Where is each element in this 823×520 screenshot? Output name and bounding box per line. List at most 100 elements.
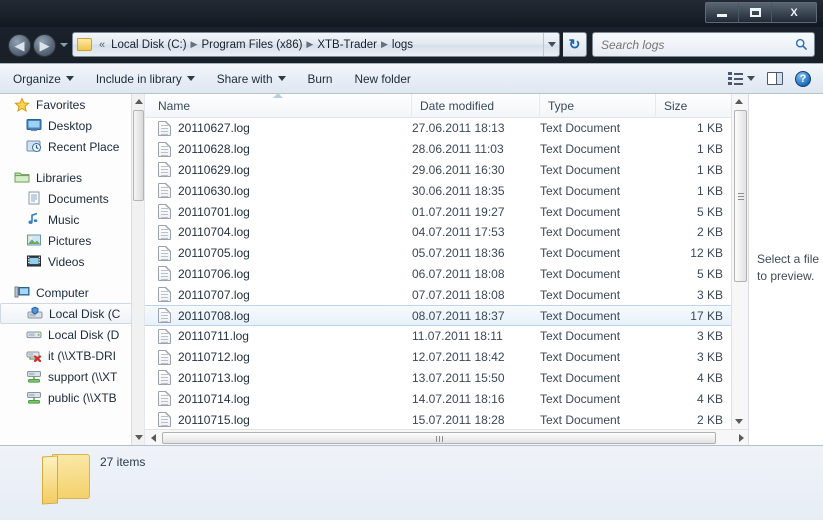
file-name-cell: 20110711.log (145, 328, 412, 344)
horizontal-scrollbar[interactable] (145, 429, 748, 445)
file-name-cell: 20110629.log (145, 162, 412, 178)
table-row[interactable]: 20110711.log 11.07.2011 18:11 Text Documen… (145, 326, 748, 347)
chevron-down-icon[interactable] (747, 76, 755, 81)
refresh-button[interactable]: ↻ (563, 32, 587, 57)
sidebar-item-public-network-drive-label: public (\\XTB (48, 390, 117, 405)
table-row[interactable]: 20110715.log 15.07.2011 18:28 Text Documen… (145, 409, 748, 430)
status-bar: 27 items (0, 445, 823, 520)
sidebar-item-videos-label: Videos (48, 254, 85, 269)
file-type-cell: Text Document (540, 266, 621, 281)
file-type-cell: Text Document (540, 142, 621, 157)
file-name-label: 20110628.log (178, 142, 250, 157)
breadcrumb-item-program-files[interactable]: Program Files (x86) (199, 38, 304, 52)
preview-pane-icon (767, 72, 783, 85)
show-preview-pane-button[interactable] (763, 67, 787, 90)
sidebar-item-recent-places[interactable]: Recent Place (0, 136, 132, 157)
sidebar-item-music[interactable]: Music (0, 209, 132, 230)
chevron-right-icon[interactable]: ▶ (191, 39, 198, 50)
scroll-up-button[interactable] (132, 94, 144, 109)
scrollbar-thumb[interactable] (133, 110, 144, 201)
sidebar-item-local-disk-d[interactable]: Local Disk (D (0, 324, 132, 345)
table-row[interactable]: 20110701.log 01.07.2011 19:27 Text Documen… (145, 201, 748, 222)
navigation-pane-scrollbar[interactable] (131, 94, 144, 445)
chevron-down-icon (186, 76, 195, 81)
new-folder-button[interactable]: New folder (345, 67, 419, 90)
forward-button[interactable]: ▶ (33, 34, 56, 57)
file-date-cell: 01.07.2011 19:27 (412, 204, 505, 219)
breadcrumb-item-xtb-trader[interactable]: XTB-Trader (315, 38, 379, 52)
column-header-name[interactable]: Name (145, 94, 412, 118)
file-name-label: 20110713.log (178, 370, 250, 385)
file-type-cell: Text Document (540, 287, 621, 302)
table-row[interactable]: 20110630.log 30.06.2011 18:35 Text Documen… (145, 180, 748, 201)
search-box[interactable] (592, 32, 815, 57)
table-row[interactable]: 20110712.log 12.07.2011 18:42 Text Documen… (145, 347, 748, 368)
minimize-button[interactable] (706, 3, 739, 22)
scroll-down-button[interactable] (132, 430, 144, 445)
table-row[interactable]: 20110713.log 13.07.2011 15:50 Text Documen… (145, 368, 748, 389)
sidebar-item-local-disk-c[interactable]: Local Disk (C (0, 303, 132, 324)
file-name-cell: 20110627.log (145, 120, 412, 136)
horizontal-scrollbar-thumb[interactable] (162, 432, 716, 444)
column-header-name-label: Name (158, 98, 191, 113)
sidebar-item-desktop[interactable]: Desktop (0, 115, 132, 136)
table-row[interactable]: 20110628.log 28.06.2011 11:03 Text Documen… (145, 139, 748, 160)
file-name-label: 20110701.log (178, 204, 250, 219)
column-header-type[interactable]: Type (540, 94, 656, 118)
search-input[interactable] (593, 37, 788, 52)
recent-pages-chevron-icon[interactable] (60, 43, 68, 47)
change-view-button[interactable] (724, 67, 759, 90)
sidebar-item-it-network-drive-label: it (\\XTB-DRI (48, 348, 116, 363)
scrollbar-thumb[interactable] (734, 110, 747, 282)
sidebar-item-pictures[interactable]: Pictures (0, 230, 132, 251)
organize-button[interactable]: Organize (4, 67, 83, 90)
help-button[interactable]: ? (791, 67, 815, 90)
sidebar-item-documents[interactable]: Documents (0, 188, 132, 209)
recent-places-icon (26, 139, 42, 155)
table-row[interactable]: 20110705.log 05.07.2011 18:36 Text Documen… (145, 243, 748, 264)
scrollbar-grip-icon (436, 436, 437, 442)
table-row[interactable]: 20110629.log 29.06.2011 16:30 Text Documen… (145, 160, 748, 181)
chevron-right-icon[interactable]: ▶ (381, 39, 388, 50)
scroll-up-button[interactable] (732, 94, 745, 109)
table-row[interactable]: 20110707.log 07.07.2011 18:08 Text Documen… (145, 284, 748, 305)
table-row[interactable]: 20110708.log 08.07.2011 18:37 Text Documen… (145, 305, 748, 326)
maximize-button[interactable] (739, 3, 772, 22)
burn-button[interactable]: Burn (299, 67, 342, 90)
share-with-button[interactable]: Share with (208, 67, 295, 90)
sidebar-item-support-network-drive[interactable]: support (\\XT (0, 366, 132, 387)
include-in-library-button[interactable]: Include in library (87, 67, 204, 90)
file-date-cell: 29.06.2011 16:30 (412, 162, 505, 177)
sidebar-group-favorites[interactable]: Favorites (0, 94, 132, 115)
file-type-cell: Text Document (540, 391, 621, 406)
scroll-down-button[interactable] (732, 414, 745, 429)
file-type-cell: Text Document (540, 204, 621, 219)
breadcrumb-overflow-icon[interactable]: « (99, 39, 105, 51)
address-bar[interactable]: « Local Disk (C:) ▶ Program Files (x86) … (72, 32, 560, 57)
breadcrumb-item-logs[interactable]: logs (390, 38, 415, 52)
chevron-right-icon[interactable]: ▶ (306, 39, 313, 50)
breadcrumb-item-local-disk[interactable]: Local Disk (C:) (109, 38, 188, 52)
table-row[interactable]: 20110706.log 06.07.2011 18:08 Text Documen… (145, 264, 748, 285)
table-row[interactable]: 20110627.log 27.06.2011 18:13 Text Documen… (145, 118, 748, 139)
sidebar-group-computer[interactable]: Computer (0, 282, 132, 303)
column-header-size[interactable]: Size (656, 94, 732, 118)
address-dropdown-button[interactable] (543, 33, 559, 56)
table-row[interactable]: 20110704.log 04.07.2011 17:53 Text Documen… (145, 222, 748, 243)
file-type-cell: Text Document (540, 370, 621, 385)
table-row[interactable]: 20110714.log 14.07.2011 18:16 Text Documen… (145, 388, 748, 409)
file-rows: 20110627.log 27.06.2011 18:13 Text Documen… (145, 118, 748, 445)
sidebar-item-videos[interactable]: Videos (0, 251, 132, 272)
scroll-left-button[interactable] (145, 430, 161, 445)
file-list-scrollbar[interactable] (731, 94, 748, 429)
search-icon[interactable] (788, 38, 814, 51)
scroll-right-button[interactable] (733, 430, 748, 445)
text-document-icon (158, 287, 171, 303)
close-button[interactable]: X (772, 3, 816, 22)
back-button[interactable]: ◀ (8, 34, 31, 57)
sidebar-item-public-network-drive[interactable]: public (\\XTB (0, 387, 132, 408)
text-document-icon (158, 120, 171, 136)
sidebar-group-libraries[interactable]: Libraries (0, 167, 132, 188)
sidebar-item-it-network-drive[interactable]: it (\\XTB-DRI (0, 345, 132, 366)
column-header-date-modified[interactable]: Date modified (412, 94, 540, 118)
